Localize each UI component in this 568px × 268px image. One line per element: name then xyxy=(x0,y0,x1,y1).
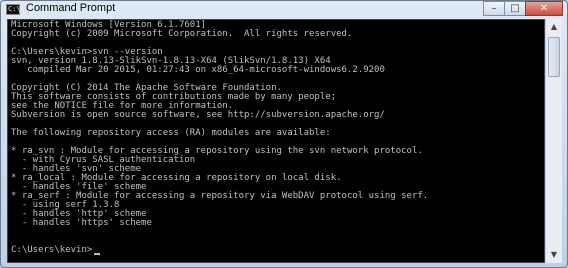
scrollbar-thumb[interactable] xyxy=(548,37,560,77)
console-line: The following repository access (RA) mod… xyxy=(11,128,331,138)
close-button[interactable]: ✕ xyxy=(525,1,563,16)
command-prompt-window: C:\ Command Prompt – □ ✕ Microsoft Windo… xyxy=(0,0,568,268)
scroll-up-icon[interactable]: ▲ xyxy=(547,20,561,34)
text-cursor xyxy=(94,253,101,255)
scroll-down-icon[interactable]: ▼ xyxy=(547,248,561,262)
console-line: Copyright (c) 2009 Microsoft Corporation… xyxy=(11,29,353,39)
console-line: compiled Mar 20 2015, 01:27:43 on x86_64… xyxy=(11,65,385,75)
console-line: - handles 'https' scheme xyxy=(11,218,152,228)
command-prompt-icon: C:\ xyxy=(6,4,21,15)
command-prompt-line: C:\Users\kevin> xyxy=(11,245,93,255)
console-output[interactable]: Microsoft Windows [Version 6.1.7601] Copy… xyxy=(7,19,545,263)
title-bar[interactable]: C:\ Command Prompt – □ ✕ xyxy=(1,1,567,19)
vertical-scrollbar[interactable]: ▲ ▼ xyxy=(545,19,562,263)
window-controls: – □ ✕ xyxy=(483,1,563,17)
console-line: Subversion is open source software, see … xyxy=(11,110,385,120)
maximize-button[interactable]: □ xyxy=(504,1,526,16)
window-title: Command Prompt xyxy=(26,2,116,14)
minimize-button[interactable]: – xyxy=(483,1,505,16)
